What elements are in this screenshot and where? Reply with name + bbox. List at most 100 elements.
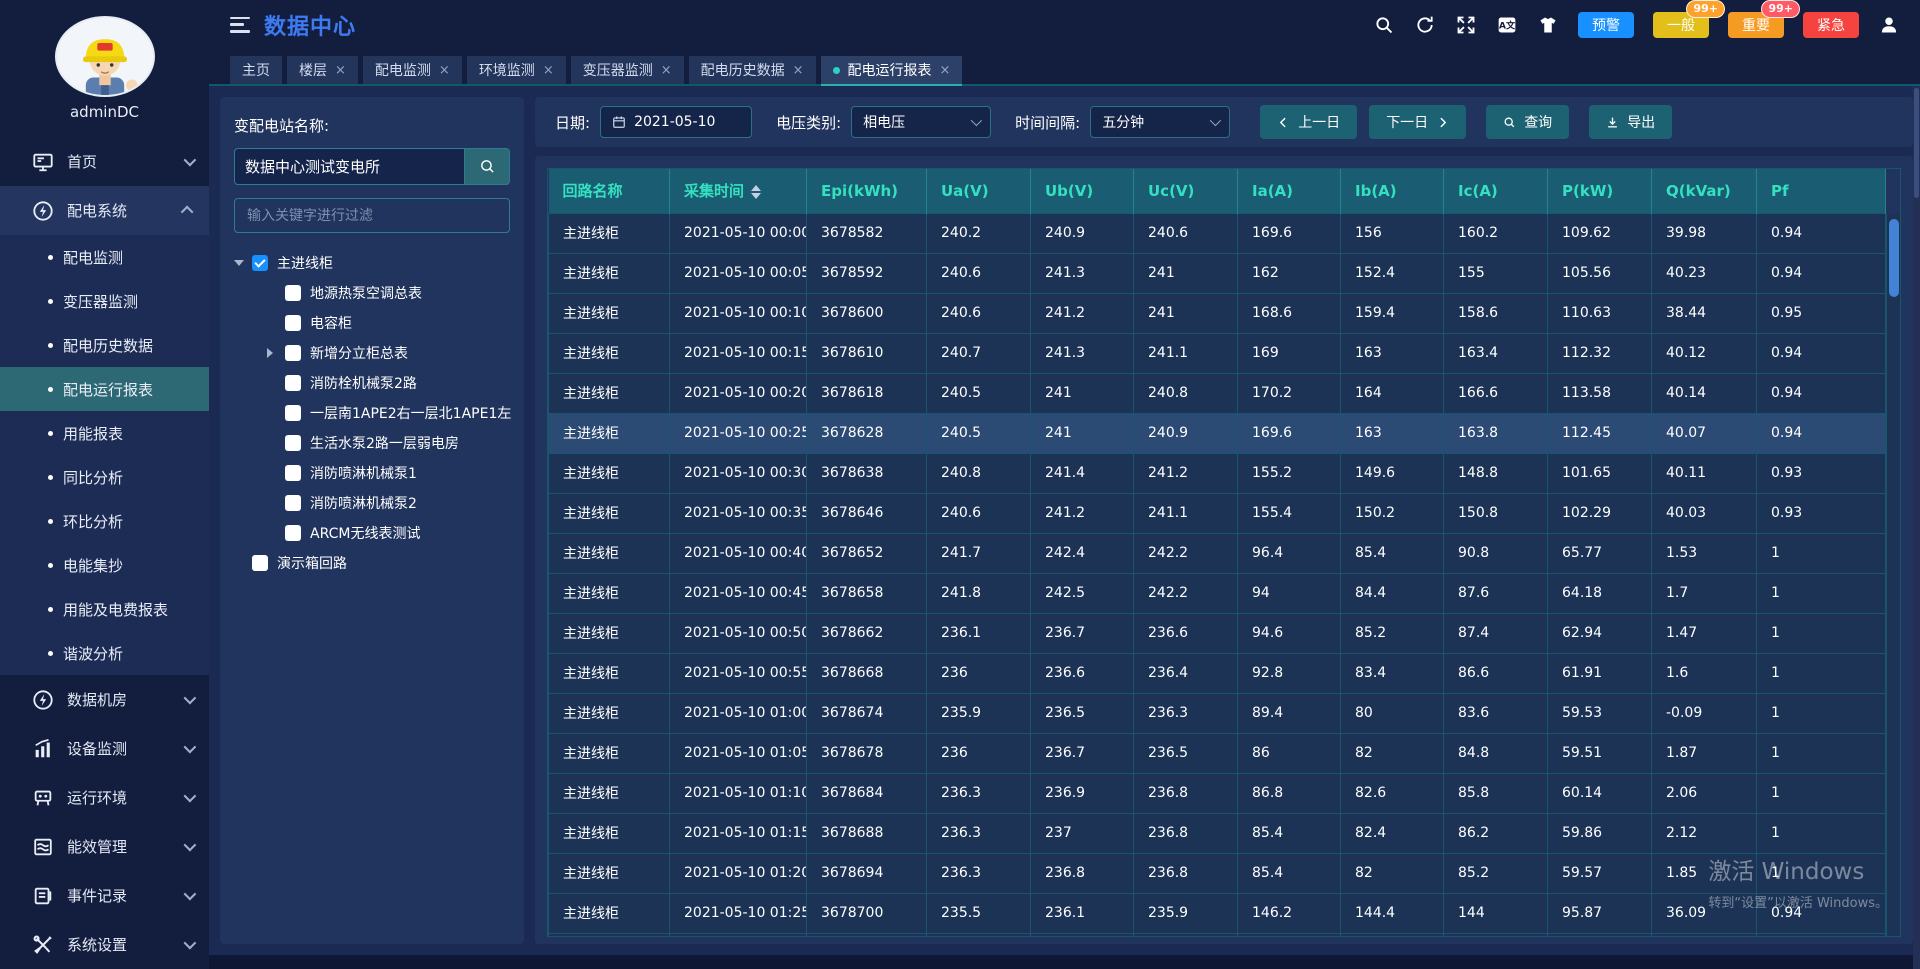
- tab-close-icon[interactable]: ×: [940, 64, 951, 77]
- sidebar-subitem-配电历史数据[interactable]: 配电历史数据: [0, 323, 209, 367]
- alert-button-紧急[interactable]: 紧急: [1803, 12, 1859, 38]
- tab-close-icon[interactable]: ×: [543, 64, 554, 77]
- tree-checkbox[interactable]: [252, 555, 268, 571]
- sidebar-item-事件记录[interactable]: 事件记录: [0, 871, 209, 920]
- tree-checkbox[interactable]: [285, 345, 301, 361]
- tree-checkbox[interactable]: [285, 525, 301, 541]
- sidebar-subitem-电能集抄[interactable]: 电能集抄: [0, 543, 209, 587]
- table-row[interactable]: 主进线柜2021-05-10 00:553678668236236.6236.4…: [549, 653, 1886, 693]
- column-header-Epi(kWh)[interactable]: Epi(kWh): [807, 169, 927, 213]
- column-header-Ua(V)[interactable]: Ua(V): [927, 169, 1031, 213]
- sidebar-item-数据机房[interactable]: 数据机房: [0, 675, 209, 724]
- sidebar-item-首页[interactable]: 首页: [0, 137, 209, 186]
- column-header-Ia(A)[interactable]: Ia(A): [1238, 169, 1341, 213]
- date-picker[interactable]: 2021-05-10: [600, 106, 752, 138]
- tree-node-消防栓机械泵2路[interactable]: 消防栓机械泵2路: [234, 368, 510, 398]
- table-row[interactable]: 主进线柜2021-05-10 00:253678628240.5241240.9…: [549, 413, 1886, 453]
- column-header-采集时间[interactable]: 采集时间: [670, 169, 807, 213]
- tab-楼层[interactable]: 楼层×: [287, 56, 358, 84]
- next-day-button[interactable]: 下一日: [1369, 105, 1466, 139]
- tab-配电历史数据[interactable]: 配电历史数据×: [689, 56, 816, 84]
- table-row[interactable]: 主进线柜2021-05-10 00:353678646240.6241.2241…: [549, 493, 1886, 533]
- table-row[interactable]: 主进线柜2021-05-10 00:453678658241.8242.5242…: [549, 573, 1886, 613]
- user-icon[interactable]: [1878, 14, 1900, 36]
- tree-checkbox[interactable]: [285, 375, 301, 391]
- tree-checkbox[interactable]: [285, 315, 301, 331]
- alert-button-预警[interactable]: 预警: [1578, 12, 1634, 38]
- theme-icon[interactable]: [1537, 14, 1559, 36]
- column-header-Pf[interactable]: Pf: [1757, 169, 1886, 213]
- table-row[interactable]: 主进线柜2021-05-10 01:103678684236.3236.9236…: [549, 773, 1886, 813]
- sort-icon[interactable]: [751, 185, 761, 199]
- station-search-button[interactable]: [464, 148, 510, 185]
- column-header-回路名称[interactable]: 回路名称: [549, 169, 670, 213]
- alert-button-一般[interactable]: 一般99+: [1653, 12, 1709, 38]
- tree-checkbox[interactable]: [285, 285, 301, 301]
- station-input[interactable]: [234, 148, 464, 185]
- sidebar-item-配电系统[interactable]: 配电系统: [0, 186, 209, 235]
- tab-主页[interactable]: 主页: [230, 56, 282, 84]
- refresh-icon[interactable]: [1414, 14, 1436, 36]
- sidebar-item-设备监测[interactable]: 设备监测: [0, 724, 209, 773]
- tree-checkbox[interactable]: [285, 495, 301, 511]
- table-row[interactable]: 主进线柜2021-05-10 01:203678694236.3236.8236…: [549, 853, 1886, 893]
- avatar[interactable]: [55, 16, 155, 97]
- sidebar-subitem-环比分析[interactable]: 环比分析: [0, 499, 209, 543]
- export-button[interactable]: 导出: [1589, 105, 1672, 139]
- tab-close-icon[interactable]: ×: [793, 64, 804, 77]
- sidebar-item-能效管理[interactable]: 能效管理: [0, 822, 209, 871]
- sidebar-subitem-变压器监测[interactable]: 变压器监测: [0, 279, 209, 323]
- table-row[interactable]: 主进线柜2021-05-10 00:003678582240.2240.9240…: [549, 213, 1886, 253]
- prev-day-button[interactable]: 上一日: [1260, 105, 1357, 139]
- query-button[interactable]: 查询: [1486, 105, 1569, 139]
- voltage-select[interactable]: 相电压: [851, 106, 991, 138]
- tree-node-地源热泵空调总表[interactable]: 地源热泵空调总表: [234, 278, 510, 308]
- table-row[interactable]: 主进线柜2021-05-10 01:053678678236236.7236.5…: [549, 733, 1886, 773]
- alert-button-重要[interactable]: 重要99+: [1728, 12, 1784, 38]
- page-scrollbar[interactable]: [1913, 86, 1920, 969]
- column-header-Q(kVar)[interactable]: Q(kVar): [1652, 169, 1757, 213]
- tab-close-icon[interactable]: ×: [335, 64, 346, 77]
- tab-变压器监测[interactable]: 变压器监测×: [571, 56, 684, 84]
- tree-node-ARCM无线表测试[interactable]: ARCM无线表测试: [234, 518, 510, 548]
- tab-配电运行报表[interactable]: 配电运行报表×: [821, 56, 963, 84]
- column-header-P(kW)[interactable]: P(kW): [1548, 169, 1652, 213]
- table-row[interactable]: 主进线柜2021-05-10 01:003678674235.9236.5236…: [549, 693, 1886, 733]
- tab-环境监测[interactable]: 环境监测×: [467, 56, 566, 84]
- tree-node-演示箱回路[interactable]: 演示箱回路: [234, 548, 510, 578]
- sidebar-item-系统设置[interactable]: 系统设置: [0, 920, 209, 969]
- tree-filter-input[interactable]: [234, 198, 510, 233]
- table-vertical-scrollbar[interactable]: [1886, 214, 1900, 936]
- menu-collapse-icon[interactable]: [230, 17, 250, 33]
- column-header-Ic(A)[interactable]: Ic(A): [1444, 169, 1548, 213]
- sidebar-subitem-同比分析[interactable]: 同比分析: [0, 455, 209, 499]
- tree-node-生活水泵2路一层弱电房[interactable]: 生活水泵2路一层弱电房: [234, 428, 510, 458]
- table-row[interactable]: 主进线柜2021-05-10 01:253678700235.5236.1235…: [549, 893, 1886, 933]
- table-row[interactable]: 主进线柜2021-05-10 01:153678688236.3237236.8…: [549, 813, 1886, 853]
- tree-checkbox[interactable]: [285, 405, 301, 421]
- caret-down-icon[interactable]: [234, 260, 250, 266]
- sidebar-subitem-谐波分析[interactable]: 谐波分析: [0, 631, 209, 675]
- table-row[interactable]: 主进线柜2021-05-10 00:503678662236.1236.7236…: [549, 613, 1886, 653]
- scrollbar-thumb[interactable]: [1889, 219, 1899, 297]
- tree-node-主进线柜[interactable]: 主进线柜: [234, 248, 510, 278]
- search-icon[interactable]: [1373, 14, 1395, 36]
- interval-select[interactable]: 五分钟: [1090, 106, 1230, 138]
- table-row[interactable]: 主进线柜2021-05-10 00:103678600240.6241.2241…: [549, 293, 1886, 333]
- table-row[interactable]: 主进线柜2021-05-10 00:153678610240.7241.3241…: [549, 333, 1886, 373]
- translate-icon[interactable]: A文: [1496, 14, 1518, 36]
- page-scrollbar-thumb[interactable]: [1914, 88, 1919, 198]
- table-row[interactable]: 主进线柜2021-05-10 00:403678652241.7242.4242…: [549, 533, 1886, 573]
- sidebar-item-运行环境[interactable]: 运行环境: [0, 773, 209, 822]
- caret-right-icon[interactable]: [267, 348, 283, 358]
- tree-checkbox[interactable]: [252, 255, 268, 271]
- sidebar-subitem-配电运行报表[interactable]: 配电运行报表: [0, 367, 209, 411]
- tree-node-电容柜[interactable]: 电容柜: [234, 308, 510, 338]
- tree-checkbox[interactable]: [285, 465, 301, 481]
- sidebar-subitem-用能报表[interactable]: 用能报表: [0, 411, 209, 455]
- table-row[interactable]: 主进线柜2021-05-10 00:203678618240.5241240.8…: [549, 373, 1886, 413]
- tree-node-消防喷淋机械泵1[interactable]: 消防喷淋机械泵1: [234, 458, 510, 488]
- tab-close-icon[interactable]: ×: [439, 64, 450, 77]
- sidebar-subitem-配电监测[interactable]: 配电监测: [0, 235, 209, 279]
- tree-node-新增分立柜总表[interactable]: 新增分立柜总表: [234, 338, 510, 368]
